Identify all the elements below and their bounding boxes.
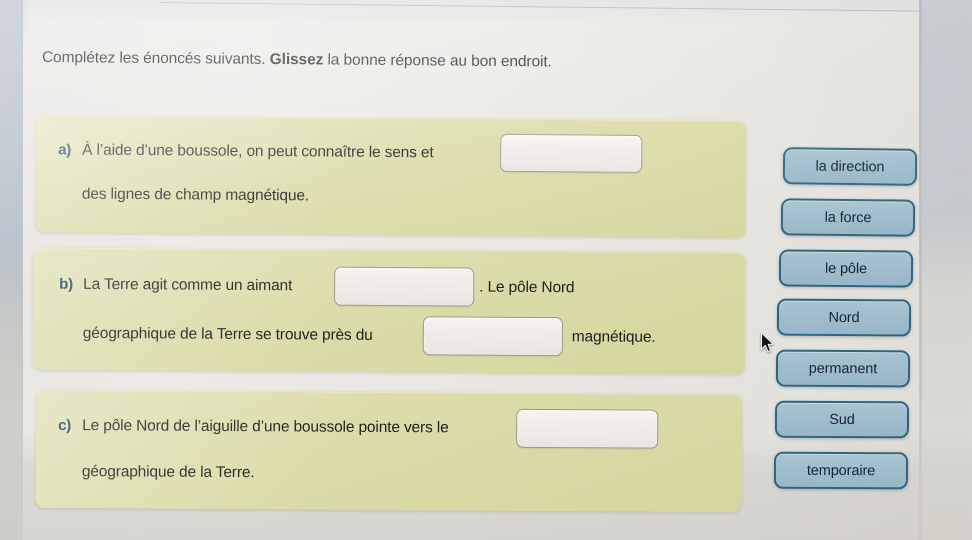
answer-chip-label: la force [824,209,872,226]
question-a-line2-text: des lignes de champ magnétique. [81,185,310,205]
instruction-prefix: Complétez les énoncés suivants. [41,49,270,68]
instruction-emphasis: Glissez [269,50,324,69]
answer-chip-la-force[interactable]: la force [780,198,916,237]
question-a-line1-text: À l’aide d’une boussole, on peut connaît… [82,141,434,162]
question-c-line2-text: géographique de la Terre. [81,463,255,482]
instruction-suffix: la bonne réponse au bon endroit. [323,51,552,71]
question-label-b: b) [59,275,74,293]
answer-chip-label: la direction [815,158,885,175]
answer-chip-nord[interactable]: Nord [776,298,912,337]
answer-chip-label: le pôle [824,260,868,277]
drop-target-a1[interactable] [500,133,643,173]
screen-photo: Complétez les énoncés suivants. Glissez … [0,0,972,540]
page-top-band [0,0,972,22]
question-b-line1-before: La Terre agit comme un aimant [83,275,293,295]
screen-right-edge [922,0,972,540]
answer-chip-label: Nord [828,309,860,326]
question-b-line2-before: géographique de la Terre se trouve près … [82,324,373,344]
question-b-line2-after: magnétique. [571,328,656,346]
answer-chip-label: permanent [808,360,878,377]
drop-target-c1[interactable] [516,408,659,449]
question-panel-b: b) La Terre agit comme un aimant . Le pô… [32,247,746,375]
answer-chip-label: Sud [829,411,855,428]
question-b-line1-after: . Le pôle Nord [479,278,575,297]
drop-target-b2[interactable] [422,316,563,357]
answer-chip-la-direction[interactable]: la direction [782,147,918,186]
question-label-c: c) [58,416,72,435]
answer-chip-temporaire[interactable]: temporaire [773,451,909,490]
answer-chip-sud[interactable]: Sud [774,400,910,439]
question-c-line1-text: Le pôle Nord de l’aiguille d’une boussol… [82,417,449,437]
answer-chip-permanent[interactable]: permanent [775,349,911,388]
left-divider-line [21,0,23,540]
screen-left-edge [0,0,22,540]
question-panel-c: c) Le pôle Nord de l’aiguille d’une bous… [35,389,743,513]
answer-chip-le-pole[interactable]: le pôle [778,249,914,288]
drop-target-b1[interactable] [334,266,475,307]
answer-chip-label: temporaire [806,462,876,479]
question-label-a: a) [58,141,72,159]
question-panel-a: a) À l’aide d’une boussole, on peut conn… [35,115,747,238]
